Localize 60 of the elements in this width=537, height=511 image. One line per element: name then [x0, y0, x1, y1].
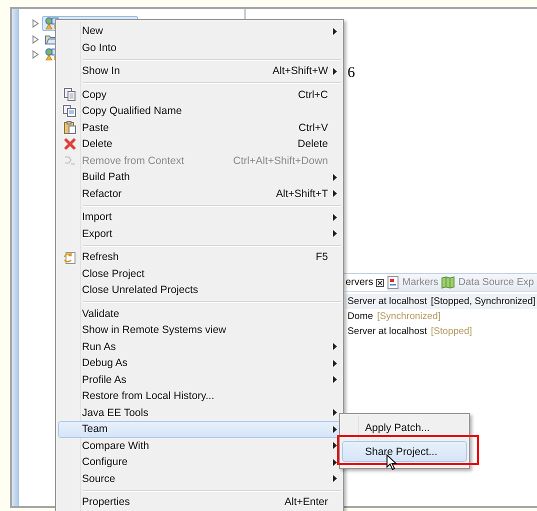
- menu-item[interactable]: Refactor Alt+Shift+T: [58, 186, 341, 202]
- database-map-icon: [441, 276, 456, 289]
- submenu-arrow-icon: [332, 360, 336, 367]
- menu-item[interactable]: Team: [58, 421, 341, 438]
- submenu-arrow-icon: [332, 409, 336, 416]
- server-row[interactable]: Dome [Synchronized]: [345, 309, 537, 324]
- editor-text: 6: [347, 65, 355, 82]
- menu-item[interactable]: Import: [58, 209, 341, 226]
- submenu-arrow-icon: [332, 475, 336, 482]
- submenu-arrow-icon: [332, 343, 336, 350]
- server-row[interactable]: Server at localhost [Stopped]: [345, 324, 537, 339]
- submenu-arrow-icon: [332, 28, 336, 35]
- menu-item[interactable]: Profile As: [58, 372, 341, 388]
- menu-item[interactable]: Close Project: [58, 266, 341, 282]
- menu-item[interactable]: Copy Ctrl+C: [58, 86, 341, 103]
- menu-item[interactable]: Delete Delete: [58, 136, 341, 152]
- menu-item[interactable]: Apply Patch...: [342, 417, 467, 438]
- submenu-arrow-icon: [332, 426, 336, 433]
- submenu-arrow-icon: [332, 376, 336, 384]
- menu-item[interactable]: Properties Alt+Enter: [58, 494, 341, 510]
- mouse-cursor-icon: [386, 454, 397, 471]
- menu-item[interactable]: Show in Remote Systems view: [58, 322, 341, 338]
- menu-item[interactable]: Close Unrelated Projects: [58, 282, 341, 298]
- submenu-arrow-icon: [332, 68, 336, 75]
- remove-icon: [64, 155, 76, 166]
- menu-item[interactable]: Show In Alt+Shift+W: [58, 63, 341, 80]
- expand-arrow-icon[interactable]: [32, 34, 39, 44]
- menu-item[interactable]: Source: [58, 470, 341, 487]
- clipboard-icon: [64, 121, 76, 134]
- delete-icon: [64, 138, 76, 150]
- submenu-arrow-icon: [332, 230, 336, 238]
- copy-icon: [63, 105, 76, 118]
- menu-item[interactable]: Paste Ctrl+V: [58, 120, 341, 136]
- submenu-arrow-icon: [332, 458, 336, 466]
- refresh-icon: [63, 250, 76, 264]
- menu-item[interactable]: Compare With: [58, 438, 341, 454]
- submenu-arrow-icon: [332, 442, 336, 450]
- menu-item[interactable]: Refresh F5: [58, 249, 341, 266]
- markers-icon: [387, 276, 400, 289]
- menu-item[interactable]: Validate: [58, 306, 341, 322]
- menu-item[interactable]: Go Into: [58, 40, 341, 56]
- menu-item[interactable]: Share Project...: [342, 441, 467, 462]
- menu-item[interactable]: Build Path: [58, 169, 341, 186]
- expand-arrow-icon[interactable]: [32, 19, 39, 28]
- view-tab[interactable]: ervers: [345, 274, 388, 291]
- server-row[interactable]: Server at localhost [Stopped, Synchronized]: [345, 294, 537, 309]
- menu-item[interactable]: Debug As: [58, 355, 341, 372]
- menu-item[interactable]: Copy Qualified Name: [58, 103, 341, 120]
- menu-item[interactable]: Export: [58, 226, 341, 242]
- expand-arrow-icon[interactable]: [32, 50, 39, 60]
- menu-item[interactable]: New: [58, 23, 341, 40]
- submenu-arrow-icon: [332, 214, 336, 221]
- submenu-arrow-icon: [332, 174, 336, 181]
- menu-item[interactable]: Run As: [58, 338, 341, 355]
- menu-item[interactable]: Restore from Local History...: [58, 388, 341, 404]
- menu-item[interactable]: Configure: [58, 454, 341, 470]
- menu-item[interactable]: Java EE Tools: [58, 404, 341, 421]
- close-icon[interactable]: [376, 278, 384, 286]
- submenu-arrow-icon: [332, 190, 336, 198]
- copy-icon: [64, 88, 76, 102]
